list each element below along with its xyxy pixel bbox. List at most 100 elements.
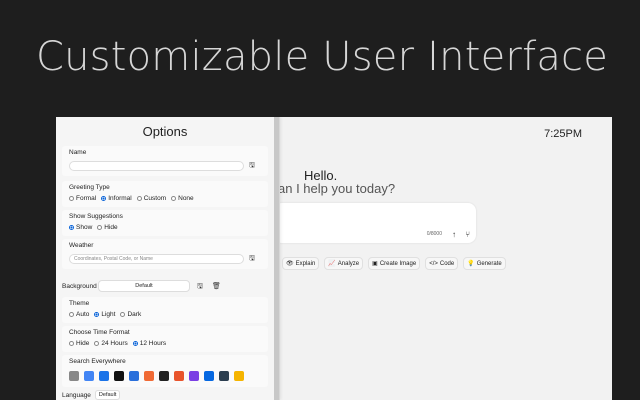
bing-icon[interactable] <box>99 371 109 381</box>
bulb-icon: 💡 <box>467 261 475 267</box>
action-chips: 👁 Explain 📈 Analyze ▣ Create Image </> Code 💡 Gen… <box>282 257 506 270</box>
engine-5-icon[interactable] <box>129 371 139 381</box>
background-row: Background Default 🖫 🗑 <box>62 279 268 295</box>
engine-7-icon[interactable] <box>159 371 169 381</box>
language-row: Language Default <box>62 390 121 400</box>
language-label: Language <box>62 391 91 399</box>
weather-label: Weather <box>69 242 94 249</box>
radio-label: 24 Hours <box>101 340 128 347</box>
name-section: Name 🖫 <box>62 146 268 176</box>
language-select[interactable]: Default <box>94 390 121 400</box>
time-format-option-24-hours[interactable]: 24 Hours <box>94 340 128 347</box>
save-icon[interactable]: 🖫 <box>249 161 255 172</box>
options-panel: Options Name 🖫 Greeting Type Formal Infor… <box>56 117 280 400</box>
radio-label: Dark <box>127 311 142 318</box>
google-icon[interactable] <box>84 371 94 381</box>
radio-dot[interactable] <box>69 225 74 230</box>
theme-radios: Auto Light Dark <box>69 311 261 318</box>
trash-icon[interactable]: 🗑 <box>212 282 221 290</box>
radio-label: Auto <box>76 311 90 318</box>
greeting-type-option-formal[interactable]: Formal <box>69 195 96 202</box>
background-label: Background <box>62 283 97 290</box>
search-everywhere-section: Search Everywhere <box>62 355 268 387</box>
name-field[interactable] <box>69 161 244 171</box>
action-analyze-button[interactable]: 📈 Analyze <box>324 257 364 270</box>
radio-label: Informal <box>108 195 132 202</box>
show-suggestions-label: Show Suggestions <box>69 213 123 220</box>
time-format-option-12-hours[interactable]: 12 Hours <box>132 340 167 347</box>
engine-11-icon[interactable] <box>219 371 229 381</box>
name-label: Name <box>69 149 87 156</box>
radio-label: Light <box>101 311 116 318</box>
radio-dot[interactable] <box>94 312 100 317</box>
engine-4-icon[interactable] <box>114 371 124 381</box>
radio-dot[interactable] <box>136 196 142 201</box>
radio-dot[interactable] <box>69 312 74 317</box>
send-button[interactable]: ↑ <box>452 230 456 239</box>
engine-1-icon[interactable] <box>69 371 79 381</box>
greeting-type-option-custom[interactable]: Custom <box>136 195 166 202</box>
save-icon[interactable]: 🖫 <box>197 282 203 293</box>
radio-label: Show <box>76 224 93 231</box>
action-label: Code <box>439 260 455 267</box>
radio-dot[interactable] <box>171 196 177 201</box>
action-generate-button[interactable]: 💡 Generate <box>463 257 506 270</box>
radio-dot[interactable] <box>69 341 74 346</box>
action-create-image-button[interactable]: ▣ Create Image <box>368 257 421 270</box>
greeting-type-label: Greeting Type <box>69 184 110 191</box>
engine-12-icon[interactable] <box>234 371 244 381</box>
radio-dot[interactable] <box>69 196 74 201</box>
char-count: 0/8000 <box>426 231 442 237</box>
time-format-section: Choose Time Format Hide 24 Hours 12 Hours <box>62 326 268 352</box>
radio-dot[interactable] <box>97 225 103 230</box>
radio-label: 12 Hours <box>139 340 167 347</box>
greeting-type-option-none[interactable]: None <box>171 195 194 202</box>
radio-label: Hide <box>104 224 118 231</box>
action-code-button[interactable]: </> Code <box>425 257 459 270</box>
time-format-label: Choose Time Format <box>69 329 130 336</box>
arrow-up-icon: ↑ <box>452 230 456 239</box>
meta-icon[interactable] <box>204 371 214 381</box>
branch-button[interactable]: ⑂ <box>465 230 470 239</box>
radio-label: Hide <box>76 340 90 347</box>
time-format-radios: Hide 24 Hours 12 Hours <box>69 340 261 347</box>
time-format-option-hide[interactable]: Hide <box>69 340 89 347</box>
search-everywhere-label: Search Everywhere <box>69 358 126 365</box>
action-explain-button[interactable]: 👁 Explain <box>282 257 320 270</box>
greeting-type-radios: Formal Informal Custom None <box>69 195 261 202</box>
radio-label: Formal <box>76 195 97 202</box>
radio-dot[interactable] <box>101 196 107 201</box>
background-select[interactable]: Default <box>98 280 190 292</box>
chart-icon: 📈 <box>328 261 336 267</box>
show-suggestions-option-hide[interactable]: Hide <box>97 224 118 231</box>
weather-section: Weather Coordinates, Postal Code, or Nam… <box>62 239 268 269</box>
theme-option-dark[interactable]: Dark <box>120 311 141 318</box>
engine-6-icon[interactable] <box>144 371 154 381</box>
clock: 7:25PM <box>544 128 582 140</box>
show-suggestions-section: Show Suggestions Show Hide <box>62 210 268 236</box>
greeting-type-section: Greeting Type Formal Informal Custom None <box>62 181 268 207</box>
image-icon: ▣ <box>372 261 378 267</box>
radio-dot[interactable] <box>132 341 138 346</box>
show-suggestions-option-show[interactable]: Show <box>69 224 92 231</box>
radio-dot[interactable] <box>94 341 100 346</box>
search-engine-icons <box>69 371 261 381</box>
action-label: Analyze <box>337 260 360 267</box>
radio-dot[interactable] <box>120 312 126 317</box>
weather-field[interactable]: Coordinates, Postal Code, or Name <box>69 254 244 264</box>
theme-section: Theme Auto Light Dark <box>62 297 268 323</box>
engine-9-icon[interactable] <box>189 371 199 381</box>
radio-label: None <box>178 195 194 202</box>
show-suggestions-radios: Show Hide <box>69 224 261 231</box>
panel-scrollbar[interactable] <box>274 117 279 400</box>
greeting-type-option-informal[interactable]: Informal <box>101 195 132 202</box>
theme-option-auto[interactable]: Auto <box>69 311 89 318</box>
chat-input[interactable]: 0/8000 ↑ ⑂ <box>274 203 476 243</box>
save-icon[interactable]: 🖫 <box>249 254 255 265</box>
branch-icon: ⑂ <box>465 230 470 239</box>
theme-option-light[interactable]: Light <box>94 311 115 318</box>
engine-8-icon[interactable] <box>174 371 184 381</box>
eye-icon: 👁 <box>286 261 294 267</box>
app-screen: 7:25PM Hello. an I help you today? 0/800… <box>56 117 612 400</box>
greeting-subtitle: an I help you today? <box>278 181 396 196</box>
